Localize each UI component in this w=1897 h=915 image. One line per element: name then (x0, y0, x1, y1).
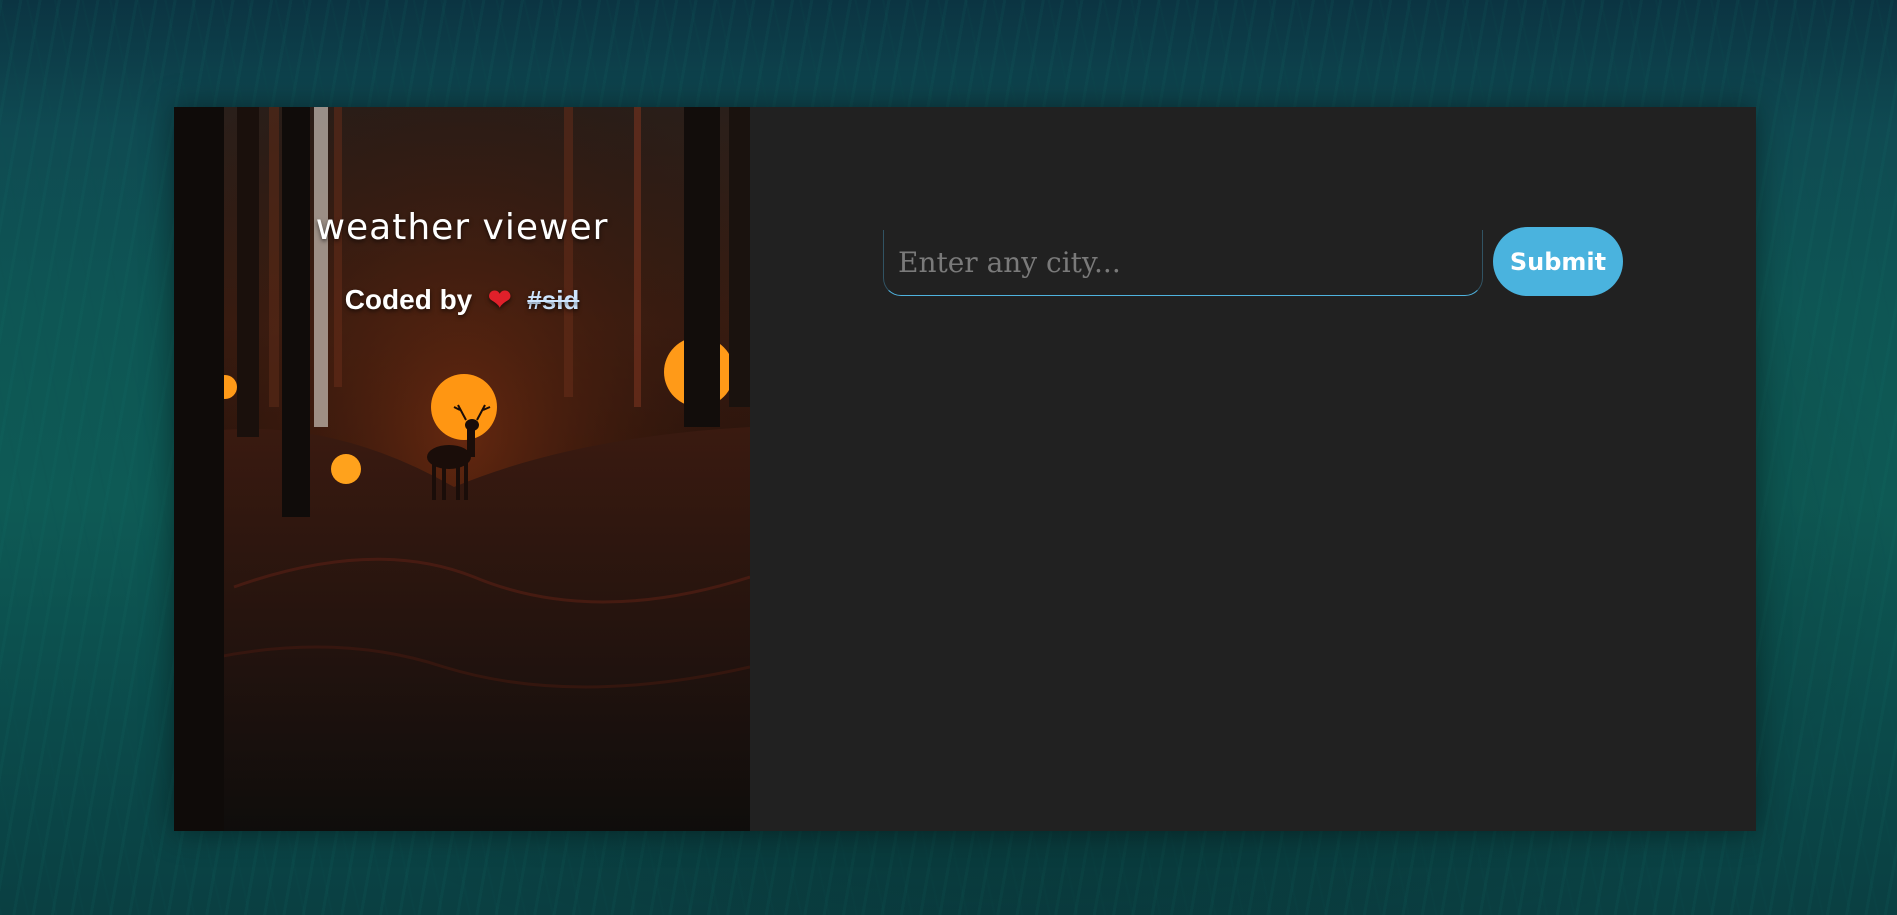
city-search-input[interactable] (883, 230, 1483, 296)
search-panel (750, 107, 1756, 831)
weather-card: weather viewer Coded by ❤ #sid (174, 107, 1756, 831)
submit-button[interactable]: Submit (1493, 227, 1623, 296)
credit-text: Coded by (344, 284, 473, 315)
author-handle: #sid (527, 285, 580, 315)
hero-image: weather viewer Coded by ❤ #sid (174, 107, 750, 831)
heart-icon: ❤ (488, 284, 512, 315)
app-title: weather viewer (315, 207, 609, 248)
author-credit: Coded by ❤ #sid (174, 283, 750, 316)
